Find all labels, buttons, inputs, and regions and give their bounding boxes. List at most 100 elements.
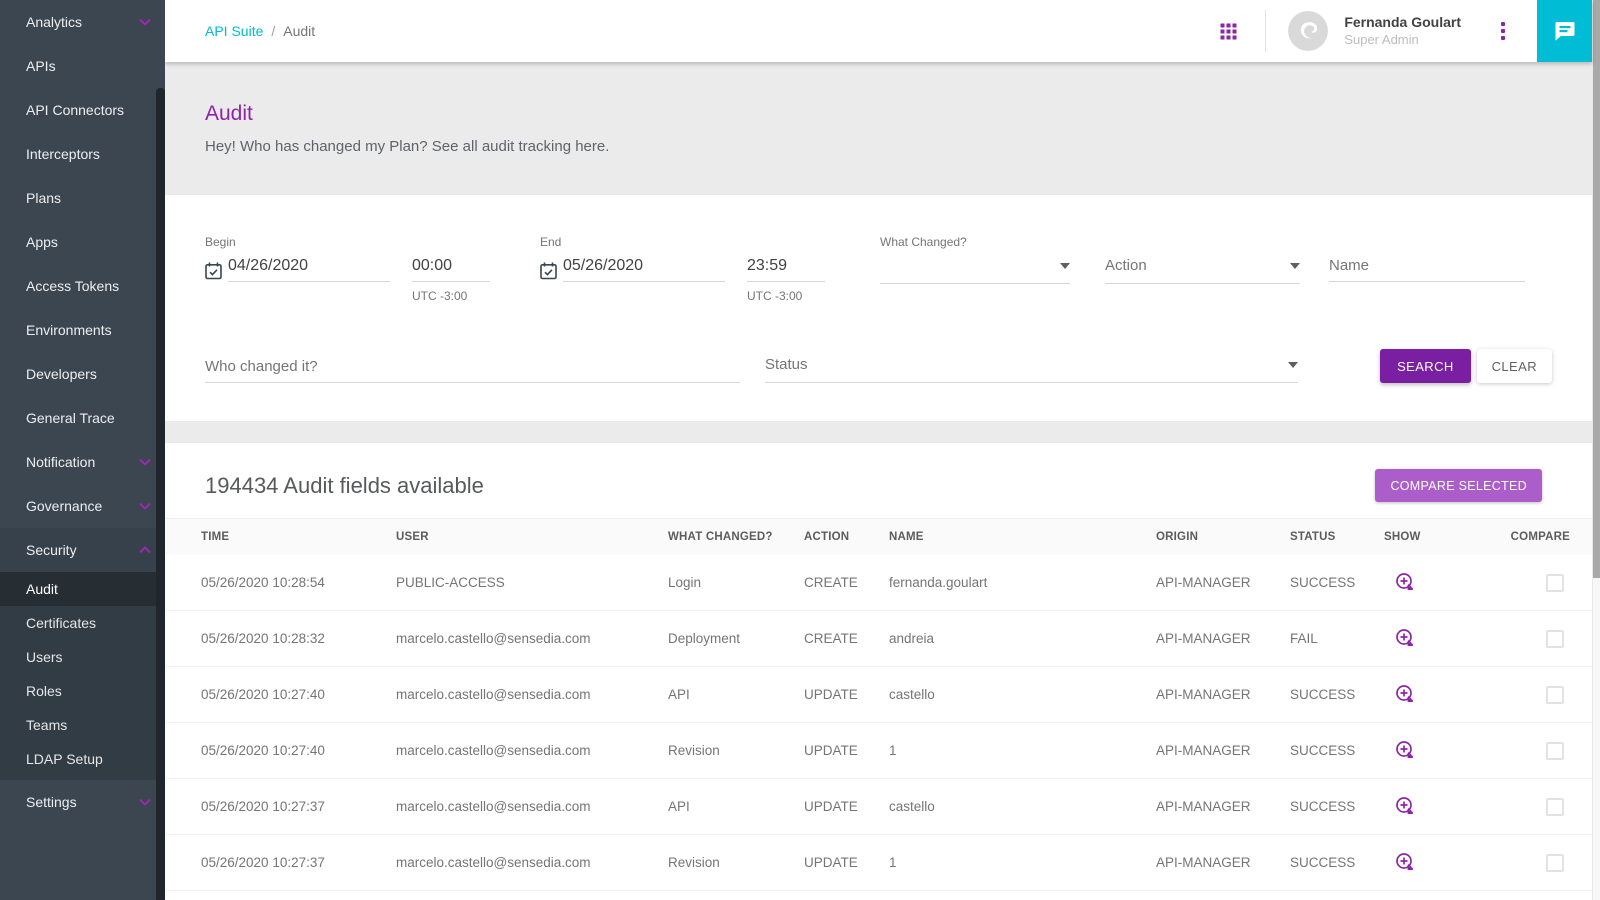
sidebar-scrollbar[interactable] (156, 88, 165, 900)
begin-time-input[interactable] (412, 257, 490, 275)
cell-action: UPDATE (804, 687, 889, 702)
cell-action: CREATE (804, 631, 889, 646)
column-header-user: USER (396, 531, 668, 543)
sidebar-item-environments[interactable]: Environments (0, 308, 165, 352)
sidebar-item-label: Developers (26, 366, 97, 382)
sidebar-item-access-tokens[interactable]: Access Tokens (0, 264, 165, 308)
cell-user: marcelo.castello@sensedia.com (396, 631, 668, 646)
sidebar-item-interceptors[interactable]: Interceptors (0, 132, 165, 176)
name-input[interactable] (1329, 257, 1525, 275)
sidebar-item-roles[interactable]: Roles (0, 674, 165, 708)
sidebar-item-label: Access Tokens (26, 278, 119, 294)
column-header-origin: ORIGIN (1156, 531, 1290, 543)
sidebar-item-users[interactable]: Users (0, 640, 165, 674)
compare-checkbox[interactable] (1546, 686, 1564, 704)
scrollbar-thumb[interactable] (1593, 0, 1600, 578)
sidebar-item-developers[interactable]: Developers (0, 352, 165, 396)
begin-date-field: Begin (205, 235, 390, 282)
compare-selected-button[interactable]: COMPARE SELECTED (1375, 469, 1542, 502)
sidebar-item-label: Environments (26, 322, 112, 338)
show-details-button[interactable] (1392, 737, 1418, 763)
section-gap (165, 421, 1592, 443)
table-row: 05/26/2020 10:28:32 marcelo.castello@sen… (165, 611, 1592, 667)
sidebar-item-certificates[interactable]: Certificates (0, 606, 165, 640)
sidebar-item-label: Security (26, 542, 77, 558)
chevron-up-icon (139, 546, 151, 554)
sidebar-item-audit[interactable]: Audit (0, 572, 165, 606)
sidebar-item-label: Audit (26, 581, 58, 597)
avatar[interactable] (1288, 11, 1328, 51)
cell-status: SUCCESS (1290, 799, 1384, 814)
calendar-icon[interactable] (205, 262, 222, 280)
kebab-menu-icon[interactable] (1495, 18, 1511, 44)
cell-user: PUBLIC-ACCESS (396, 575, 668, 590)
breadcrumb-separator: / (271, 23, 275, 39)
cell-action: CREATE (804, 575, 889, 590)
sidebar-item-notification[interactable]: Notification (0, 440, 165, 484)
compare-checkbox[interactable] (1546, 742, 1564, 760)
sidebar-item-settings[interactable]: Settings (0, 780, 165, 824)
compare-checkbox[interactable] (1546, 630, 1564, 648)
compare-checkbox[interactable] (1546, 574, 1564, 592)
page-scrollbar[interactable] (1592, 0, 1600, 900)
status-select[interactable]: Status (765, 356, 1298, 383)
cell-name: 1 (889, 743, 1156, 758)
cell-time: 05/26/2020 10:27:37 (201, 855, 396, 870)
dropdown-arrow-icon (1288, 362, 1298, 368)
sidebar-item-governance[interactable]: Governance (0, 484, 165, 528)
compare-checkbox[interactable] (1546, 798, 1564, 816)
breadcrumb: API Suite / Audit (205, 23, 315, 39)
cell-time: 05/26/2020 10:28:54 (201, 575, 396, 590)
sidebar-item-security[interactable]: Security (0, 528, 165, 572)
sidebar-item-apps[interactable]: Apps (0, 220, 165, 264)
breadcrumb-link-api-suite[interactable]: API Suite (205, 23, 263, 39)
who-changed-input[interactable] (205, 358, 740, 376)
filter-row-2: Status SEARCH CLEAR (205, 349, 1552, 383)
show-details-button[interactable] (1392, 849, 1418, 875)
column-header-show: SHOW (1384, 531, 1483, 543)
sidebar-item-general-trace[interactable]: General Trace (0, 396, 165, 440)
cell-time: 05/26/2020 10:27:37 (201, 799, 396, 814)
sidebar-item-ldap-setup[interactable]: LDAP Setup (0, 742, 165, 776)
chat-button[interactable] (1537, 0, 1592, 62)
dropdown-arrow-icon (1060, 263, 1070, 269)
cell-user: marcelo.castello@sensedia.com (396, 743, 668, 758)
chevron-down-icon (139, 18, 151, 26)
search-button[interactable]: SEARCH (1380, 349, 1471, 383)
action-select[interactable]: Action (1105, 257, 1300, 284)
user-info[interactable]: Fernanda Goulart Super Admin (1344, 14, 1461, 48)
cell-time: 05/26/2020 10:28:32 (201, 631, 396, 646)
zoom-in-icon (1394, 683, 1416, 705)
sidebar-item-apis[interactable]: APIs (0, 44, 165, 88)
sidebar-item-analytics[interactable]: Analytics (0, 0, 165, 44)
clear-button[interactable]: CLEAR (1477, 349, 1552, 383)
column-header-name: NAME (889, 531, 1156, 543)
apps-grid-icon[interactable] (1220, 23, 1237, 40)
cell-origin: API-MANAGER (1156, 687, 1290, 702)
zoom-in-icon (1394, 739, 1416, 761)
show-details-button[interactable] (1392, 681, 1418, 707)
show-details-button[interactable] (1392, 569, 1418, 595)
cell-action: UPDATE (804, 855, 889, 870)
begin-label: Begin (205, 235, 390, 257)
sidebar-item-api-connectors[interactable]: API Connectors (0, 88, 165, 132)
what-changed-select[interactable] (880, 257, 1070, 284)
show-details-button[interactable] (1392, 793, 1418, 819)
status-placeholder: Status (765, 356, 808, 374)
sidebar-item-plans[interactable]: Plans (0, 176, 165, 220)
show-details-button[interactable] (1392, 625, 1418, 651)
calendar-icon[interactable] (540, 262, 557, 280)
user-name: Fernanda Goulart (1344, 14, 1461, 32)
audit-results-panel: 194434 Audit fields available COMPARE SE… (165, 443, 1592, 900)
sidebar-item-label: Teams (26, 717, 67, 733)
topbar-divider (1265, 10, 1266, 52)
sidebar: Analytics APIs API Connectors Intercepto… (0, 0, 165, 900)
end-date-input[interactable] (563, 257, 725, 275)
table-row: 05/26/2020 10:27:37 marcelo.castello@sen… (165, 835, 1592, 891)
begin-date-input[interactable] (228, 257, 390, 275)
cell-status: SUCCESS (1290, 743, 1384, 758)
sidebar-item-label: Apps (26, 234, 58, 250)
end-time-input[interactable] (747, 257, 825, 275)
compare-checkbox[interactable] (1546, 854, 1564, 872)
sidebar-item-teams[interactable]: Teams (0, 708, 165, 742)
